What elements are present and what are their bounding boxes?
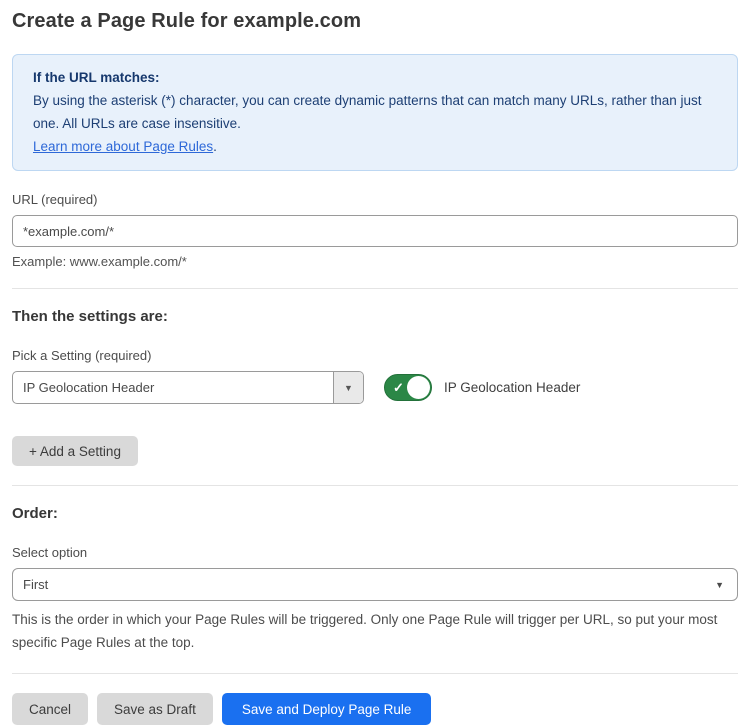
save-as-draft-button[interactable]: Save as Draft xyxy=(97,693,213,725)
page-rule-form: Create a Page Rule for example.com If th… xyxy=(0,0,750,725)
info-box-body: By using the asterisk (*) character, you… xyxy=(33,89,717,135)
setting-picker-label: Pick a Setting (required) xyxy=(12,348,738,363)
order-section-heading: Order: xyxy=(12,505,738,522)
info-box-link-line: Learn more about Page Rules. xyxy=(33,135,717,158)
settings-section-heading: Then the settings are: xyxy=(12,308,738,325)
info-box-heading: If the URL matches: xyxy=(33,66,717,89)
ip-geolocation-toggle[interactable]: ✓ xyxy=(384,374,432,401)
url-match-info-box: If the URL matches: By using the asteris… xyxy=(12,54,738,171)
setting-select[interactable]: IP Geolocation Header ▼ xyxy=(12,371,364,404)
page-title: Create a Page Rule for example.com xyxy=(12,10,738,33)
cancel-button[interactable]: Cancel xyxy=(12,693,88,725)
divider xyxy=(12,673,738,674)
divider xyxy=(12,485,738,486)
setting-row: IP Geolocation Header ▼ ✓ IP Geolocation… xyxy=(12,371,738,404)
setting-select-value: IP Geolocation Header xyxy=(13,372,333,403)
save-and-deploy-button[interactable]: Save and Deploy Page Rule xyxy=(222,693,432,725)
order-select-label: Select option xyxy=(12,545,738,560)
chevron-down-icon: ▼ xyxy=(715,580,724,590)
order-helper-text: This is the order in which your Page Rul… xyxy=(12,608,738,654)
footer-actions: Cancel Save as Draft Save and Deploy Pag… xyxy=(12,693,738,725)
toggle-label: IP Geolocation Header xyxy=(444,380,580,395)
link-suffix: . xyxy=(213,139,217,154)
learn-more-link[interactable]: Learn more about Page Rules xyxy=(33,139,213,154)
divider xyxy=(12,288,738,289)
url-input[interactable] xyxy=(12,215,738,247)
chevron-down-icon: ▼ xyxy=(344,383,353,393)
order-select-value: First xyxy=(23,577,48,592)
url-field-label: URL (required) xyxy=(12,192,738,207)
add-setting-button[interactable]: + Add a Setting xyxy=(12,436,138,466)
toggle-check-icon: ✓ xyxy=(393,381,404,394)
url-example-helper: Example: www.example.com/* xyxy=(12,254,738,269)
toggle-knob xyxy=(407,376,430,399)
order-select[interactable]: First ▼ xyxy=(12,568,738,601)
setting-select-arrow-button[interactable]: ▼ xyxy=(333,372,363,403)
